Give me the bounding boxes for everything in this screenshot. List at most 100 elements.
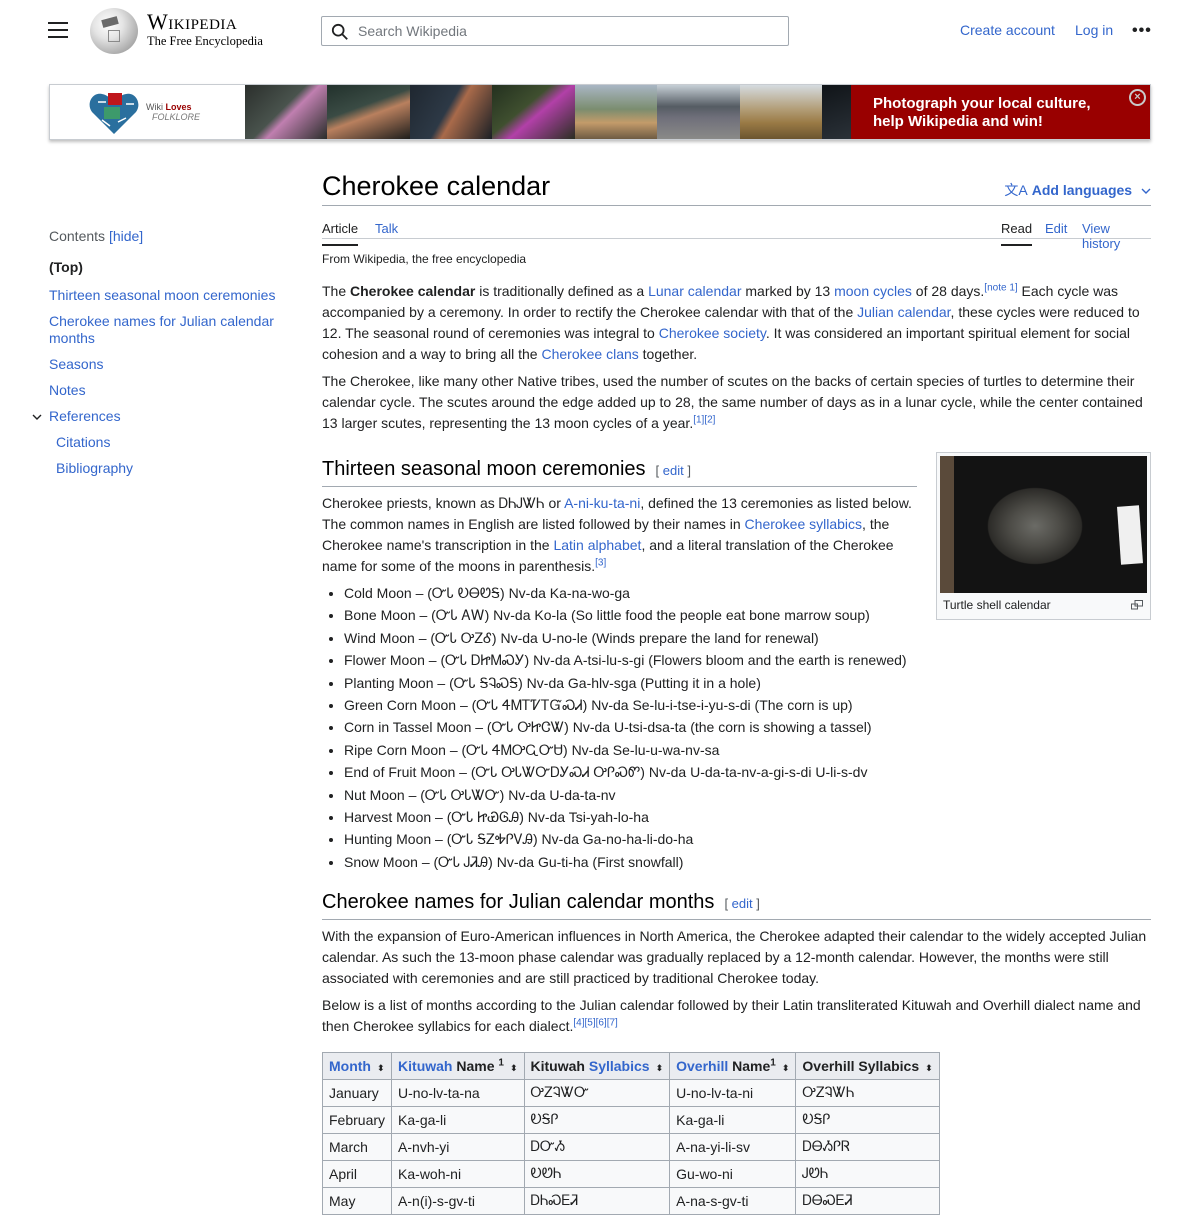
sort-icon[interactable]: ⬍ (510, 1063, 518, 1073)
add-languages-button[interactable]: 文A Add languages (1004, 180, 1151, 200)
bracket: ] (683, 463, 691, 478)
cell-overhill-syllabics: ᎠᎾᏍᎬᏘ (795, 1186, 940, 1215)
banner-call-to-action[interactable]: Photograph your local culture, help Wiki… (851, 85, 1150, 139)
text: together. (638, 346, 698, 362)
toc-item-citations[interactable]: Citations (49, 434, 279, 451)
table-row: April Ka-woh-ni ᎧᏬᏂ Gu-wo-ni ᎫᏬᏂ (321, 1159, 940, 1188)
enlarge-icon[interactable] (1131, 600, 1143, 610)
table-row: January U-no-lv-ta-na ᎤᏃᎸᏔᏅ U-no-lv-ta-n… (321, 1078, 940, 1107)
toc-item-julian-months[interactable]: Cherokee names for Julian calendar month… (49, 313, 279, 347)
cell-month: February (321, 1105, 393, 1134)
article-subject-bold: Cherokee calendar (350, 283, 476, 299)
header-link[interactable]: Month (329, 1058, 371, 1074)
close-icon[interactable]: × (1129, 89, 1146, 106)
link-moon-cycles[interactable]: moon cycles (834, 283, 912, 299)
more-options-icon[interactable]: ••• (1132, 22, 1152, 40)
ceremonies-paragraph: Cherokee priests, known as ᎠᏂᎫᏔᏂ or A-ni… (322, 493, 917, 577)
edit-section-link[interactable]: edit (732, 896, 753, 911)
banner-photo (822, 85, 852, 139)
menu-icon-bar (48, 22, 68, 24)
intro-paragraph: The Cherokee calendar is traditionally d… (322, 281, 1151, 365)
figure-caption: Turtle shell calendar (940, 598, 1147, 612)
log-in-link[interactable]: Log in (1075, 22, 1113, 38)
header-link[interactable]: Overhill (676, 1058, 728, 1074)
footnote-note-1[interactable]: [note 1] (984, 282, 1017, 293)
footnote-refs[interactable]: [1][2] (693, 414, 715, 425)
header-link[interactable]: Kituwah (398, 1058, 452, 1074)
toc-item-thirteen-moon-ceremonies[interactable]: Thirteen seasonal moon ceremonies (49, 287, 279, 304)
create-account-link[interactable]: Create account (960, 22, 1055, 38)
cell-kituwah-name: A-nvh-yi (391, 1132, 525, 1161)
list-item: Wind Moon – (ᏅᏓ ᎤᏃᎴ) Nv-da U-no-le (Wind… (344, 630, 917, 647)
text: Cherokee priests, known as ᎠᏂᎫᏔᏂ or (322, 495, 565, 511)
wiki-loves-folklore-banner[interactable]: Wiki Loves FOLKLORE Photograph your loca… (49, 84, 1151, 140)
julian-paragraph-1: With the expansion of Euro-American infl… (322, 927, 1147, 986)
cell-kituwah-name: U-no-lv-ta-na (391, 1078, 525, 1107)
turtle-shell-image[interactable] (940, 456, 1147, 593)
link-latin-alphabet[interactable]: Latin alphabet (553, 537, 641, 553)
sort-icon[interactable]: ⬍ (377, 1063, 385, 1073)
link-cherokee-clans[interactable]: Cherokee clans (541, 346, 638, 362)
header-text: Overhill Syllabics (802, 1057, 920, 1074)
list-item: Ripe Corn Moon – (ᏅᏓ ᏎᎷᎤᏩᏅᏌ) Nv-da Se-lu… (344, 742, 917, 759)
banner-cta-line1: Photograph your local culture, (873, 95, 1091, 112)
link-cherokee-syllabics[interactable]: Cherokee syllabics (745, 516, 863, 532)
section-heading-text: Cherokee names for Julian calendar month… (322, 890, 715, 913)
chevron-down-icon[interactable] (32, 412, 42, 422)
puzzle-heart-icon (89, 93, 139, 134)
toc-item-references[interactable]: References (32, 408, 279, 425)
header-link[interactable]: Syllabics (589, 1058, 650, 1074)
tab-view-history[interactable]: View history (1082, 221, 1151, 251)
column-header-month[interactable]: Month ⬍ (321, 1051, 393, 1080)
tab-talk[interactable]: Talk (375, 221, 398, 236)
column-header-overhill-name[interactable]: Overhill Name1 ⬍ (669, 1051, 797, 1080)
list-item: Corn in Tassel Moon – (ᏅᏓ ᎤᏥᏣᏔ) Nv-da U-… (344, 719, 917, 736)
banner-photo (657, 85, 740, 139)
sort-icon[interactable]: ⬍ (925, 1063, 933, 1073)
footnote-ref-3[interactable]: [3] (595, 557, 606, 568)
toc-item-bibliography[interactable]: Bibliography (49, 460, 279, 477)
column-header-overhill-syllabics[interactable]: Overhill Syllabics ⬍ (795, 1051, 940, 1080)
link-cherokee-society[interactable]: Cherokee society (659, 325, 766, 341)
sort-icon[interactable]: ⬍ (656, 1063, 664, 1073)
wikipedia-wordmark[interactable]: Wikipedia The Free Encyclopedia (147, 11, 263, 49)
link-lunar-calendar[interactable]: Lunar calendar (648, 283, 741, 299)
cell-month: January (321, 1078, 393, 1107)
edit-section: [ edit ] (656, 463, 691, 478)
cell-kituwah-name: Ka-ga-li (391, 1105, 525, 1134)
edit-section-link[interactable]: edit (663, 463, 684, 478)
wikipedia-globe-icon[interactable] (90, 8, 138, 54)
main-menu-button[interactable] (48, 22, 68, 38)
cell-kituwah-name: A-n(i)-s-gv-ti (391, 1186, 525, 1215)
banner-photo (327, 85, 410, 139)
tab-read[interactable]: Read (1001, 221, 1033, 246)
julian-paragraph-2: Below is a list of months according to t… (322, 995, 1151, 1037)
figure-caption-text: Turtle shell calendar (943, 598, 1051, 612)
search-input[interactable] (356, 19, 776, 43)
tab-edit[interactable]: Edit (1045, 221, 1067, 236)
list-item: End of Fruit Moon – (ᏅᏓ ᎤᏓᏔᏅᎠᎩᏍᏗ ᎤᎵᏍᏛ) N… (344, 764, 917, 781)
toc-item-top[interactable]: (Top) (49, 259, 279, 276)
toc-item-notes[interactable]: Notes (49, 382, 279, 399)
text: is traditionally defined as a (475, 283, 649, 299)
link-a-ni-ku-ta-ni[interactable]: A-ni-ku-ta-ni (564, 495, 640, 511)
logo-tagline: The Free Encyclopedia (147, 34, 263, 48)
toc-item-seasons[interactable]: Seasons (49, 356, 279, 373)
banner-logo-loves: Loves (165, 102, 192, 112)
chevron-down-icon (1141, 188, 1151, 194)
column-header-kituwah-syllabics[interactable]: Kituwah Syllabics ⬍ (523, 1051, 671, 1080)
column-header-kituwah-name[interactable]: Kituwah Name 1 ⬍ (391, 1051, 525, 1080)
menu-icon-bar (48, 29, 68, 31)
footnote-refs[interactable]: [4][5][6][7] (573, 1017, 617, 1028)
toc-hide-button[interactable]: [hide] (109, 228, 143, 244)
search-box[interactable] (321, 16, 789, 46)
list-item: Harvest Moon – (ᏅᏓ ᏥᏯᎶᎯ) Nv-da Tsi-yah-l… (344, 809, 917, 826)
link-julian-calendar[interactable]: Julian calendar (857, 304, 950, 320)
edit-section: [ edit ] (724, 896, 759, 911)
tab-article[interactable]: Article (322, 221, 359, 246)
site-tagline: From Wikipedia, the free encyclopedia (322, 252, 527, 266)
cell-kituwah-syllabics: ᎠᏅᏱ (523, 1132, 671, 1161)
cell-kituwah-syllabics: ᎤᏃᎸᏔᏅ (523, 1078, 671, 1107)
sort-icon[interactable]: ⬍ (782, 1063, 790, 1073)
banner-logo: Wiki Loves FOLKLORE (50, 85, 245, 139)
